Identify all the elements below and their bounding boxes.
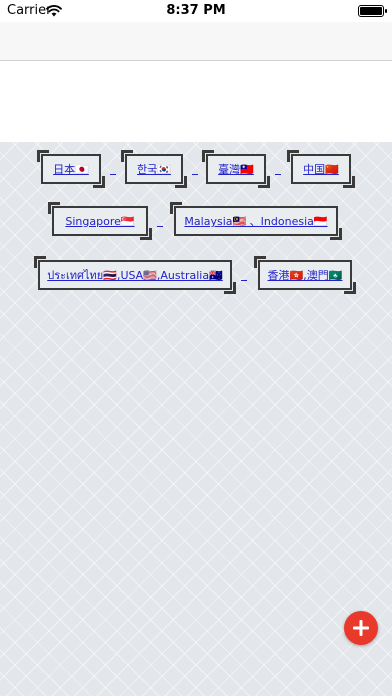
separator (110, 174, 116, 175)
region-chip-china[interactable]: 中国🇨🇳 (287, 150, 355, 188)
status-bar: Carrier 8:37 PM (0, 0, 392, 22)
region-link-label[interactable]: Malaysia🇲🇾 、Indonesia🇮🇩 (184, 213, 327, 229)
region-list: 日本🇯🇵 한국🇰🇷 臺灣🇹🇼 中国🇨🇳 Singapore🇸🇬 Malaysia… (0, 142, 392, 696)
region-chip-singapore[interactable]: Singapore🇸🇬 (48, 202, 152, 240)
region-link-label[interactable]: ประเทศไทย🇹🇭,USA🇺🇸,Australia🇦🇺 (47, 266, 223, 284)
separator (157, 226, 163, 227)
separator (192, 174, 198, 175)
clock: 8:37 PM (166, 3, 226, 18)
region-chip-thailand-usa-australia[interactable]: ประเทศไทย🇹🇭,USA🇺🇸,Australia🇦🇺 (34, 256, 236, 294)
region-link-label[interactable]: 한국🇰🇷 (137, 161, 171, 177)
separator (241, 280, 247, 281)
region-chip-hongkong-macau[interactable]: 香港🇭🇰,澳門🇲🇴 (254, 256, 356, 294)
region-chip-korea[interactable]: 한국🇰🇷 (121, 150, 187, 188)
header-area (0, 61, 392, 142)
battery-icon (358, 5, 387, 17)
region-link-label[interactable]: 中国🇨🇳 (303, 161, 339, 177)
region-link-label[interactable]: 日本🇯🇵 (53, 161, 89, 177)
region-link-label[interactable]: 香港🇭🇰,澳門🇲🇴 (268, 267, 343, 283)
region-link-label[interactable]: 臺灣🇹🇼 (218, 161, 254, 177)
region-chip-malaysia-indonesia[interactable]: Malaysia🇲🇾 、Indonesia🇮🇩 (170, 202, 342, 240)
navigation-bar (0, 22, 392, 61)
region-link-label[interactable]: Singapore🇸🇬 (65, 215, 134, 228)
separator (275, 174, 281, 175)
add-button[interactable] (344, 611, 378, 645)
region-chip-japan[interactable]: 日本🇯🇵 (37, 150, 105, 188)
region-chip-taiwan[interactable]: 臺灣🇹🇼 (202, 150, 270, 188)
plus-icon (353, 620, 369, 636)
